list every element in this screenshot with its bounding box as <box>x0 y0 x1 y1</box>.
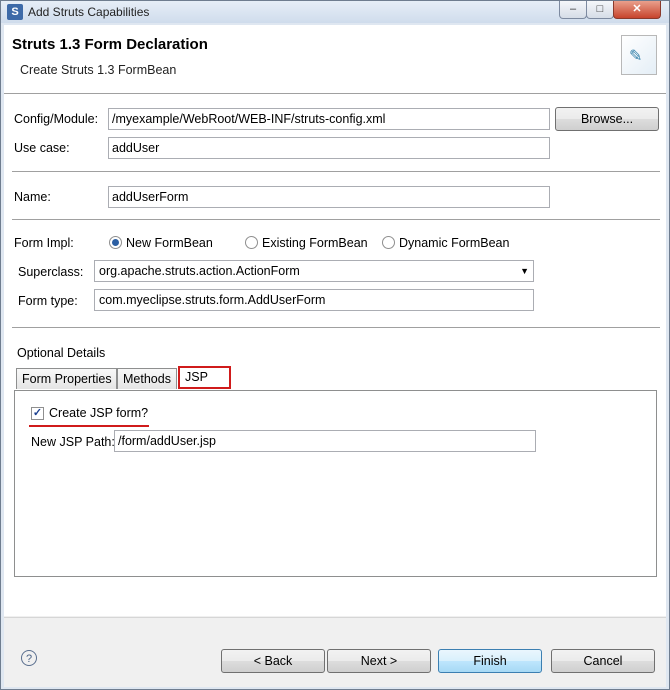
title-bar[interactable]: S Add Struts Capabilities – □ ✕ <box>1 1 669 23</box>
page-title: Struts 1.3 Form Declaration <box>12 36 208 53</box>
window-title: Add Struts Capabilities <box>28 5 150 19</box>
separator <box>12 327 660 329</box>
finish-button[interactable]: Finish <box>438 649 542 673</box>
name-label: Name: <box>14 190 51 204</box>
maximize-button[interactable]: □ <box>586 1 614 19</box>
page-subtitle: Create Struts 1.3 FormBean <box>20 63 177 77</box>
radio-existing-formbean[interactable] <box>245 236 258 249</box>
radio-new-formbean-label[interactable]: New FormBean <box>126 236 213 250</box>
use-case-field[interactable]: addUser <box>108 137 550 159</box>
help-icon[interactable]: ? <box>21 650 37 666</box>
radio-new-formbean[interactable] <box>109 236 122 249</box>
create-jsp-checkbox[interactable]: ✓ <box>31 407 44 420</box>
tab-strip: Form Properties Methods JSP <box>16 366 316 390</box>
wizard-footer: ? < Back Next > Finish Cancel <box>4 617 666 687</box>
name-field[interactable]: addUserForm <box>108 186 550 208</box>
form-type-field[interactable]: com.myeclipse.struts.form.AddUserForm <box>94 289 534 311</box>
wizard-banner-icon: ✎ <box>621 35 657 75</box>
wizard-header: Struts 1.3 Form Declaration Create Strut… <box>4 25 666 94</box>
wizard-content: Config/Module: /myexample/WebRoot/WEB-IN… <box>4 94 666 616</box>
back-button[interactable]: < Back <box>221 649 325 673</box>
wizard-dialog: Struts 1.3 Form Declaration Create Strut… <box>4 25 666 687</box>
jsp-path-label: New JSP Path: <box>31 435 115 449</box>
superclass-combo[interactable]: org.apache.struts.action.ActionForm ▼ <box>94 260 534 282</box>
radio-existing-formbean-label[interactable]: Existing FormBean <box>262 236 368 250</box>
close-button[interactable]: ✕ <box>613 1 661 19</box>
minimize-button[interactable]: – <box>559 1 587 19</box>
jsp-path-field[interactable]: /form/addUser.jsp <box>114 430 536 452</box>
browse-button[interactable]: Browse... <box>555 107 659 131</box>
radio-dynamic-formbean-label[interactable]: Dynamic FormBean <box>399 236 509 250</box>
config-module-label: Config/Module: <box>14 112 99 126</box>
use-case-label: Use case: <box>14 141 70 155</box>
optional-details-label: Optional Details <box>17 346 106 360</box>
create-jsp-label[interactable]: Create JSP form? <box>49 406 148 420</box>
highlight-underline <box>29 425 149 427</box>
form-type-label: Form type: <box>18 294 78 308</box>
tab-form-properties[interactable]: Form Properties <box>16 368 117 389</box>
chevron-down-icon[interactable]: ▼ <box>520 261 529 281</box>
radio-dynamic-formbean[interactable] <box>382 236 395 249</box>
tab-methods[interactable]: Methods <box>117 368 177 389</box>
superclass-value: org.apache.struts.action.ActionForm <box>99 264 300 278</box>
next-button[interactable]: Next > <box>327 649 431 673</box>
cancel-button[interactable]: Cancel <box>551 649 655 673</box>
dialog-window: S Add Struts Capabilities – □ ✕ Struts 1… <box>0 0 670 690</box>
separator <box>12 171 660 173</box>
form-impl-label: Form Impl: <box>14 236 74 250</box>
jsp-tab-panel: ✓ Create JSP form? New JSP Path: /form/a… <box>14 390 657 577</box>
tab-jsp[interactable]: JSP <box>178 366 231 389</box>
struts-app-icon: S <box>7 4 23 20</box>
config-module-field[interactable]: /myexample/WebRoot/WEB-INF/struts-config… <box>108 108 550 130</box>
superclass-label: Superclass: <box>18 265 84 279</box>
separator <box>12 219 660 221</box>
